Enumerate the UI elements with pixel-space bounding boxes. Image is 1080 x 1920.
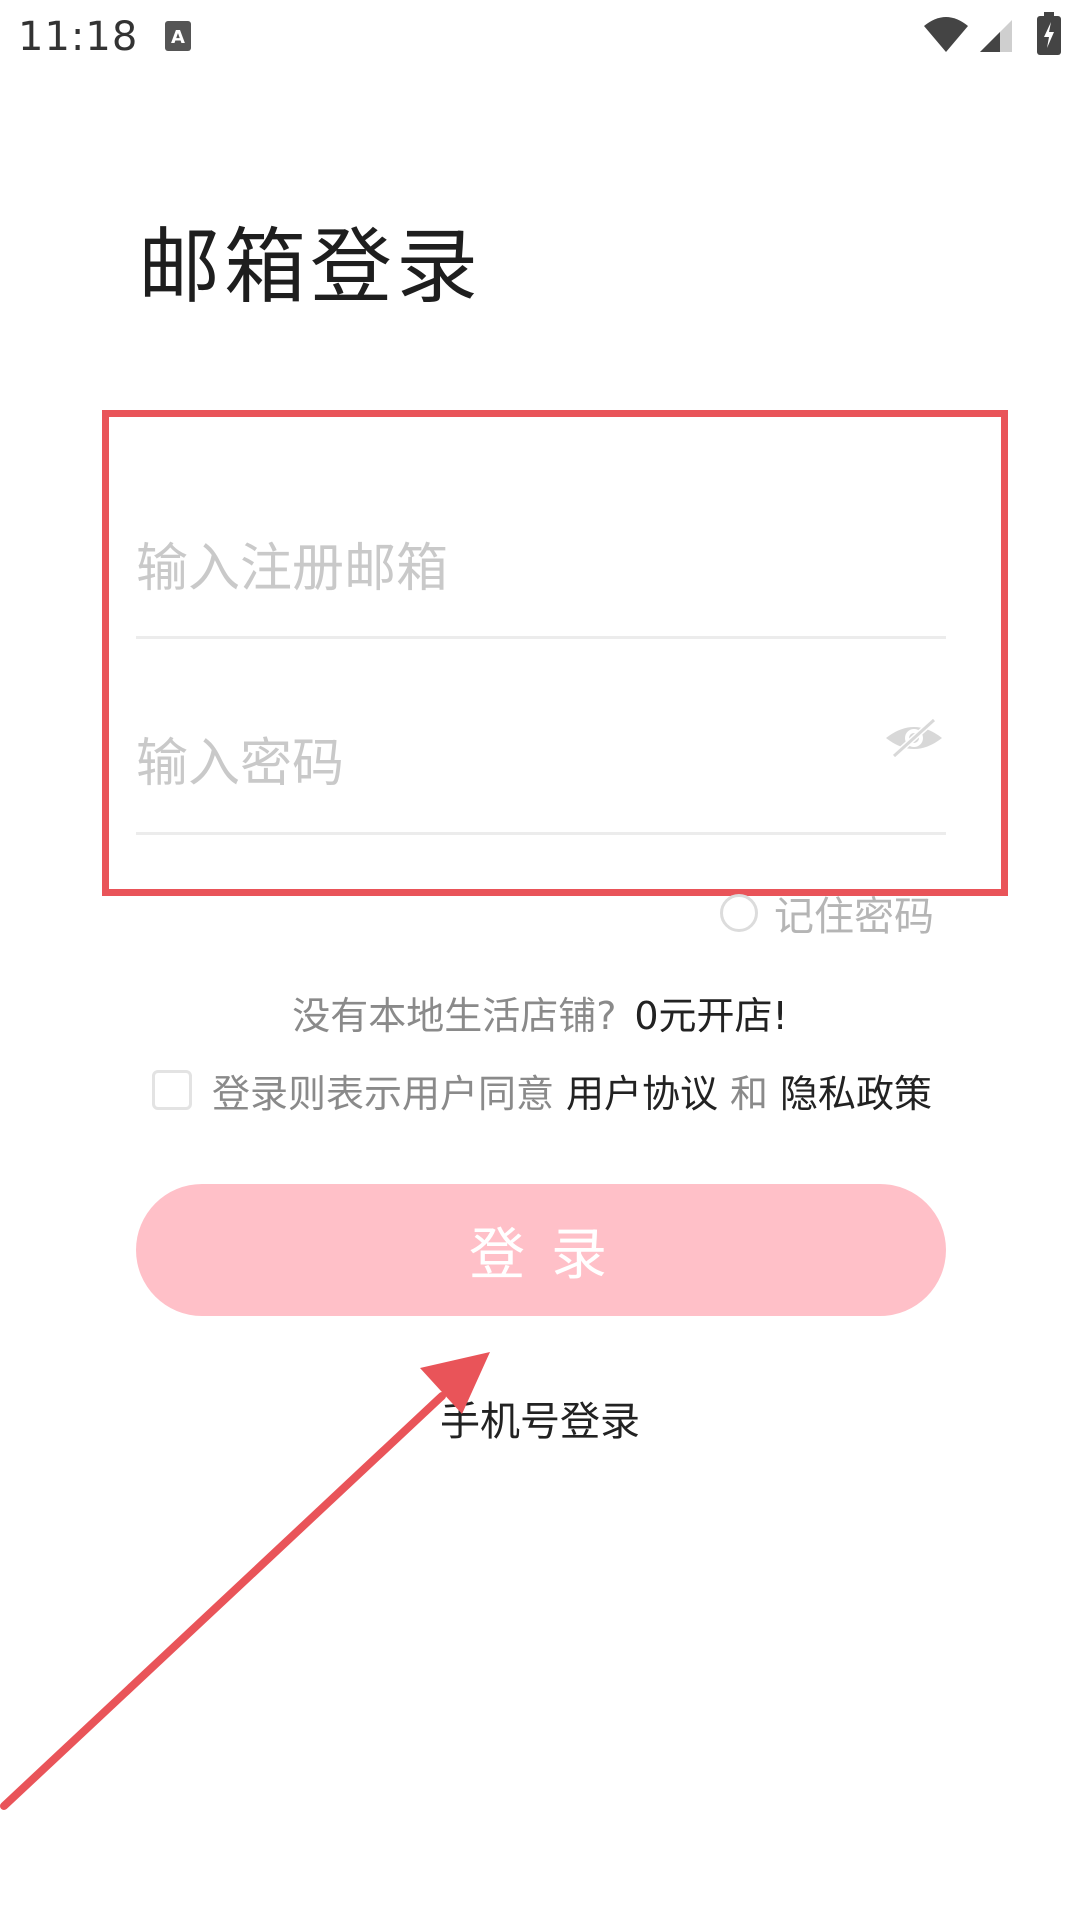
open-shop-link[interactable]: 0元开店! xyxy=(634,994,787,1038)
remember-password-toggle[interactable]: 记住密码 xyxy=(720,886,934,940)
eye-hidden-icon[interactable] xyxy=(882,714,946,762)
agreement-checkbox[interactable] xyxy=(152,1070,192,1110)
phone-login-link[interactable]: 手机号登录 xyxy=(0,1392,1080,1452)
remember-password-radio[interactable] xyxy=(720,894,758,932)
agreement-and: 和 xyxy=(730,1071,769,1116)
remember-password-label: 记住密码 xyxy=(774,894,934,940)
privacy-policy-link[interactable]: 隐私政策 xyxy=(780,1063,932,1118)
email-field-container xyxy=(136,502,946,639)
signal-icon xyxy=(980,20,1012,52)
battery-icon xyxy=(1037,12,1061,55)
agreement-row: 登录则表示用户同意 用户协议 和 隐私政策 xyxy=(152,1060,932,1120)
status-time: 11:18 xyxy=(18,14,139,60)
open-shop-question: 没有本地生活店铺? xyxy=(292,994,617,1038)
page-title: 邮箱登录 xyxy=(138,220,483,315)
svg-text:A: A xyxy=(171,27,185,48)
wifi-icon xyxy=(924,17,968,52)
password-field-container xyxy=(136,696,946,835)
status-bar: 11:18 A xyxy=(0,0,1080,80)
login-button[interactable]: 登录 xyxy=(136,1184,946,1316)
a-notification-icon: A xyxy=(165,21,191,51)
agreement-prefix: 登录则表示用户同意 xyxy=(212,1071,555,1116)
email-input[interactable] xyxy=(136,502,946,636)
password-input[interactable] xyxy=(136,696,856,832)
open-shop-prompt: 没有本地生活店铺? 0元开店! xyxy=(0,988,1080,1044)
user-agreement-link[interactable]: 用户协议 xyxy=(566,1063,718,1118)
